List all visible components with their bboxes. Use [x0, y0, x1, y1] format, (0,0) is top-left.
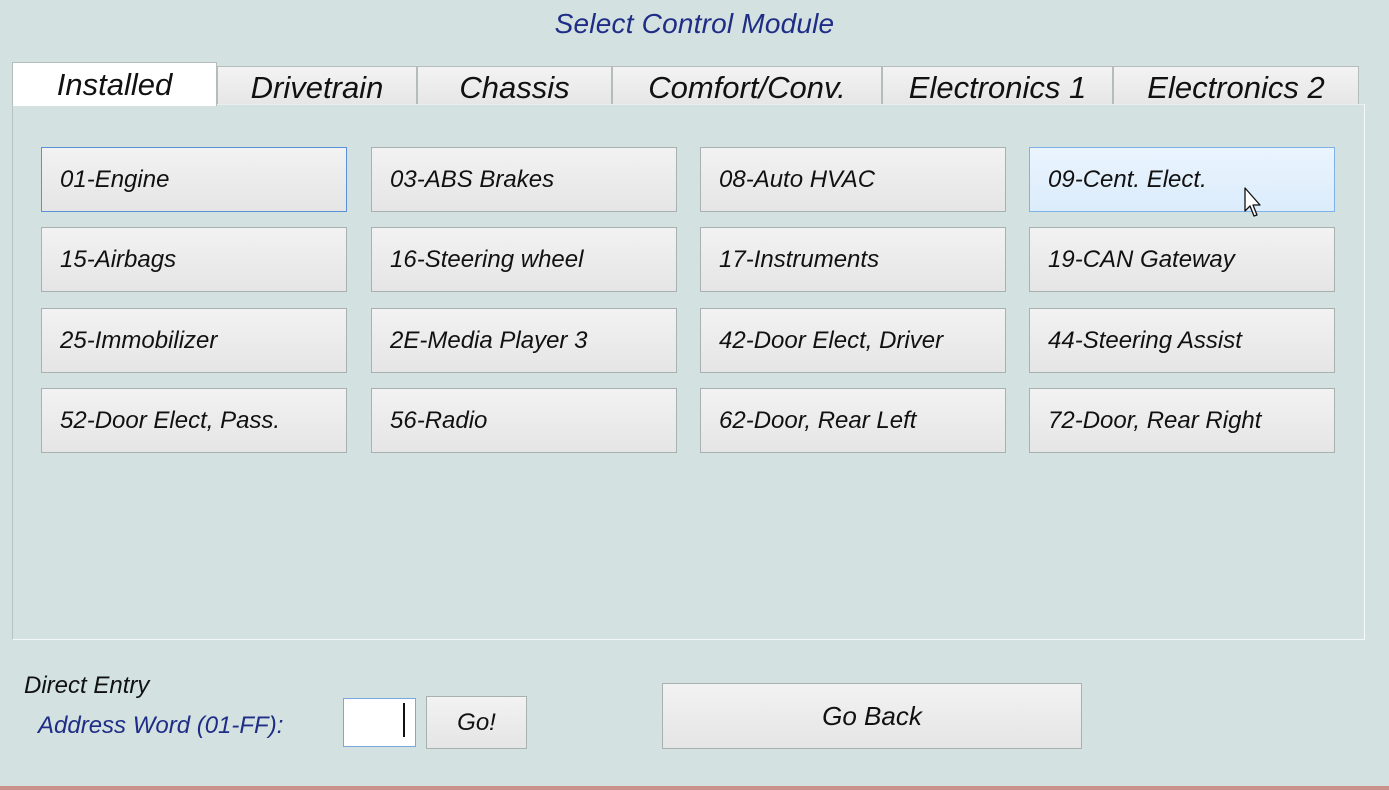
module-button-42-door-elect-driver[interactable]: 42-Door Elect, Driver — [700, 308, 1006, 373]
tab-comfort-conv[interactable]: Comfort/Conv. — [612, 66, 882, 105]
mouse-pointer-icon — [1244, 187, 1261, 217]
go-button[interactable]: Go! — [426, 696, 527, 749]
tab-electronics-2[interactable]: Electronics 2 — [1113, 66, 1359, 105]
module-button-15-airbags[interactable]: 15-Airbags — [41, 227, 347, 292]
module-button-01-engine[interactable]: 01-Engine — [41, 147, 347, 212]
tab-electronics-1[interactable]: Electronics 1 — [882, 66, 1113, 105]
window-title: Select Control Module — [554, 8, 835, 39]
address-word-input[interactable] — [343, 698, 416, 747]
module-button-44-steering-assist[interactable]: 44-Steering Assist — [1029, 308, 1335, 373]
tab-drivetrain[interactable]: Drivetrain — [217, 66, 417, 105]
address-word-label: Address Word (01-FF): — [38, 712, 284, 739]
module-button-19-can-gateway[interactable]: 19-CAN Gateway — [1029, 227, 1335, 292]
tab-installed[interactable]: Installed — [12, 62, 217, 106]
module-button-08-auto-hvac[interactable]: 08-Auto HVAC — [700, 147, 1006, 212]
go-back-button[interactable]: Go Back — [662, 683, 1082, 749]
module-button-03-abs-brakes[interactable]: 03-ABS Brakes — [371, 147, 677, 212]
module-button-52-door-elect-pass[interactable]: 52-Door Elect, Pass. — [41, 388, 347, 453]
tab-chassis[interactable]: Chassis — [417, 66, 612, 105]
module-button-2e-media-player-3[interactable]: 2E-Media Player 3 — [371, 308, 677, 373]
text-caret — [403, 703, 405, 737]
module-button-72-door-rear-right[interactable]: 72-Door, Rear Right — [1029, 388, 1335, 453]
module-button-16-steering-wheel[interactable]: 16-Steering wheel — [371, 227, 677, 292]
module-button-25-immobilizer[interactable]: 25-Immobilizer — [41, 308, 347, 373]
module-button-56-radio[interactable]: 56-Radio — [371, 388, 677, 453]
taskbar-edge — [0, 786, 1389, 790]
module-button-17-instruments[interactable]: 17-Instruments — [700, 227, 1006, 292]
direct-entry-heading: Direct Entry — [24, 672, 150, 699]
module-button-09-cent-elect[interactable]: 09-Cent. Elect. — [1029, 147, 1335, 212]
module-button-62-door-rear-left[interactable]: 62-Door, Rear Left — [700, 388, 1006, 453]
